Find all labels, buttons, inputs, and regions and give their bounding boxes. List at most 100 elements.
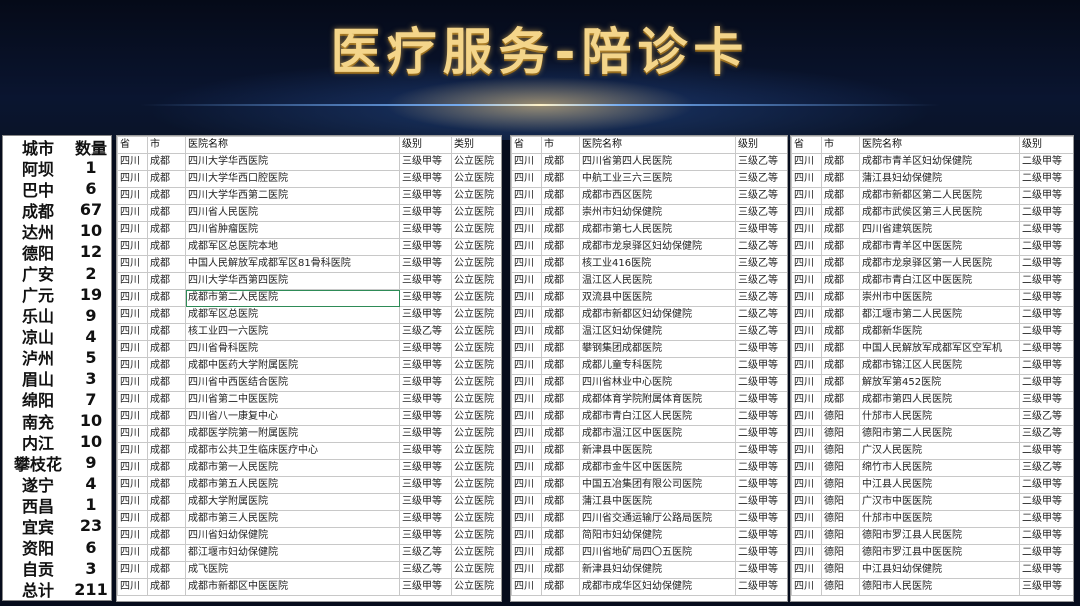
table-cell[interactable]: 德阳 bbox=[821, 544, 860, 562]
table-cell[interactable]: 成都 bbox=[541, 408, 580, 426]
table-cell[interactable]: 四川 bbox=[117, 272, 148, 290]
table-cell[interactable]: 三级甲等 bbox=[399, 527, 452, 545]
table-cell[interactable]: 四川 bbox=[117, 578, 148, 596]
table-cell[interactable]: 德阳 bbox=[821, 510, 860, 528]
table-cell[interactable]: 三级乙等 bbox=[735, 272, 787, 290]
table-cell[interactable]: 蒲江县中医医院 bbox=[579, 493, 736, 511]
table-cell[interactable]: 三级甲等 bbox=[399, 357, 452, 375]
table-cell[interactable]: 四川省骨科医院 bbox=[185, 340, 400, 358]
table-cell[interactable]: 二级甲等 bbox=[1019, 476, 1073, 494]
table-cell[interactable]: 四川 bbox=[791, 442, 822, 460]
table-cell[interactable]: 医院名称 bbox=[859, 136, 1020, 154]
table-cell[interactable]: 成都 bbox=[147, 425, 186, 443]
table-cell[interactable]: 二级甲等 bbox=[1019, 544, 1073, 562]
table-cell[interactable]: 温江区妇幼保健院 bbox=[579, 323, 736, 341]
table-cell[interactable]: 成都市武侯区第三人民医院 bbox=[859, 204, 1020, 222]
table-cell[interactable]: 四川省交通运输厅公路局医院 bbox=[579, 510, 736, 528]
table-cell[interactable]: 四川 bbox=[791, 187, 822, 205]
table-cell[interactable]: 四川 bbox=[511, 510, 542, 528]
table-cell[interactable]: 公立医院 bbox=[451, 374, 501, 392]
table-cell[interactable]: 四川 bbox=[511, 340, 542, 358]
table-cell[interactable]: 四川省八一康复中心 bbox=[185, 408, 400, 426]
table-cell[interactable]: 核工业四一六医院 bbox=[185, 323, 400, 341]
table-cell[interactable]: 成都 bbox=[541, 187, 580, 205]
table-cell[interactable]: 四川 bbox=[117, 204, 148, 222]
table-cell[interactable]: 四川省地矿局四〇五医院 bbox=[579, 544, 736, 562]
table-cell[interactable]: 成都 bbox=[821, 391, 860, 409]
table-cell[interactable]: 公立医院 bbox=[451, 357, 501, 375]
table-cell[interactable]: 二级甲等 bbox=[1019, 187, 1073, 205]
table-cell[interactable]: 中国人民解放军成都军区空军机 bbox=[859, 340, 1020, 358]
table-cell[interactable]: 三级甲等 bbox=[399, 170, 452, 188]
table-cell[interactable]: 二级甲等 bbox=[1019, 561, 1073, 579]
table-cell[interactable]: 公立医院 bbox=[451, 578, 501, 596]
table-cell[interactable]: 成都 bbox=[541, 153, 580, 171]
table-cell[interactable]: 成都 bbox=[147, 289, 186, 307]
table-cell[interactable]: 成都 bbox=[821, 272, 860, 290]
table-cell[interactable]: 成都 bbox=[147, 544, 186, 562]
table-cell[interactable]: 四川 bbox=[117, 493, 148, 511]
table-cell[interactable]: 四川 bbox=[791, 306, 822, 324]
table-cell[interactable]: 成都 bbox=[147, 578, 186, 596]
table-cell[interactable]: 四川 bbox=[791, 170, 822, 188]
table-cell[interactable]: 市 bbox=[147, 136, 186, 154]
table-cell[interactable]: 成都 bbox=[147, 170, 186, 188]
table-cell[interactable]: 二级甲等 bbox=[735, 544, 787, 562]
table-cell[interactable]: 成都 bbox=[541, 357, 580, 375]
table-cell[interactable]: 中国五冶集团有限公司医院 bbox=[579, 476, 736, 494]
table-cell[interactable]: 德阳市罗江县中医医院 bbox=[859, 544, 1020, 562]
table-cell[interactable]: 德阳 bbox=[821, 493, 860, 511]
table-cell[interactable]: 三级乙等 bbox=[1019, 408, 1073, 426]
table-cell[interactable]: 四川 bbox=[511, 306, 542, 324]
table-cell[interactable]: 成都医学院第一附属医院 bbox=[185, 425, 400, 443]
table-cell[interactable]: 成都 bbox=[821, 340, 860, 358]
table-cell[interactable]: 成都 bbox=[541, 578, 580, 596]
table-cell[interactable]: 成都 bbox=[147, 255, 186, 273]
table-cell[interactable]: 成都市温江区中医医院 bbox=[579, 425, 736, 443]
table-cell[interactable]: 公立医院 bbox=[451, 493, 501, 511]
table-cell[interactable]: 成都市青白江区中医医院 bbox=[859, 272, 1020, 290]
table-cell[interactable]: 三级乙等 bbox=[735, 187, 787, 205]
table-cell[interactable]: 四川省林业中心医院 bbox=[579, 374, 736, 392]
table-cell[interactable]: 四川 bbox=[511, 527, 542, 545]
table-cell[interactable]: 德阳 bbox=[821, 459, 860, 477]
table-cell[interactable]: 成都 bbox=[147, 340, 186, 358]
table-cell[interactable]: 成都市第四人民医院 bbox=[859, 391, 1020, 409]
table-cell[interactable]: 四川省中西医结合医院 bbox=[185, 374, 400, 392]
table-cell[interactable]: 中国人民解放军成都军区81骨科医院 bbox=[185, 255, 400, 273]
table-cell[interactable]: 三级乙等 bbox=[735, 204, 787, 222]
table-cell[interactable]: 中江县人民医院 bbox=[859, 476, 1020, 494]
table-cell[interactable]: 成都 bbox=[541, 527, 580, 545]
table-cell[interactable]: 二级甲等 bbox=[735, 510, 787, 528]
table-cell[interactable]: 崇州市妇幼保健院 bbox=[579, 204, 736, 222]
table-cell[interactable]: 四川 bbox=[511, 255, 542, 273]
table-cell[interactable]: 双流县中医医院 bbox=[579, 289, 736, 307]
table-cell[interactable]: 省 bbox=[511, 136, 542, 154]
table-cell[interactable]: 成都 bbox=[147, 561, 186, 579]
table-cell[interactable]: 四川 bbox=[791, 476, 822, 494]
table-cell[interactable]: 德阳 bbox=[821, 425, 860, 443]
table-cell[interactable]: 四川 bbox=[791, 459, 822, 477]
table-cell[interactable]: 成都 bbox=[147, 187, 186, 205]
table-cell[interactable]: 四川 bbox=[791, 255, 822, 273]
table-cell[interactable]: 二级甲等 bbox=[1019, 323, 1073, 341]
table-cell[interactable]: 四川 bbox=[791, 527, 822, 545]
table-cell[interactable]: 二级甲等 bbox=[1019, 221, 1073, 239]
table-cell[interactable]: 四川 bbox=[117, 170, 148, 188]
table-cell[interactable]: 三级甲等 bbox=[399, 510, 452, 528]
table-cell[interactable]: 二级乙等 bbox=[735, 238, 787, 256]
table-cell[interactable]: 温江区人民医院 bbox=[579, 272, 736, 290]
table-cell[interactable]: 二级甲等 bbox=[735, 561, 787, 579]
table-cell[interactable]: 成都 bbox=[147, 391, 186, 409]
table-cell[interactable]: 四川省妇幼保健院 bbox=[185, 527, 400, 545]
table-cell[interactable]: 二级甲等 bbox=[735, 340, 787, 358]
table-cell[interactable]: 成都 bbox=[541, 425, 580, 443]
table-cell[interactable]: 三级甲等 bbox=[735, 221, 787, 239]
table-cell[interactable]: 二级甲等 bbox=[1019, 510, 1073, 528]
table-cell[interactable]: 四川 bbox=[117, 561, 148, 579]
table-cell[interactable]: 四川 bbox=[791, 578, 822, 596]
table-cell[interactable]: 四川 bbox=[511, 170, 542, 188]
table-cell[interactable]: 三级甲等 bbox=[399, 272, 452, 290]
table-cell[interactable]: 成都市西区医院 bbox=[579, 187, 736, 205]
table-cell[interactable]: 成都 bbox=[541, 272, 580, 290]
